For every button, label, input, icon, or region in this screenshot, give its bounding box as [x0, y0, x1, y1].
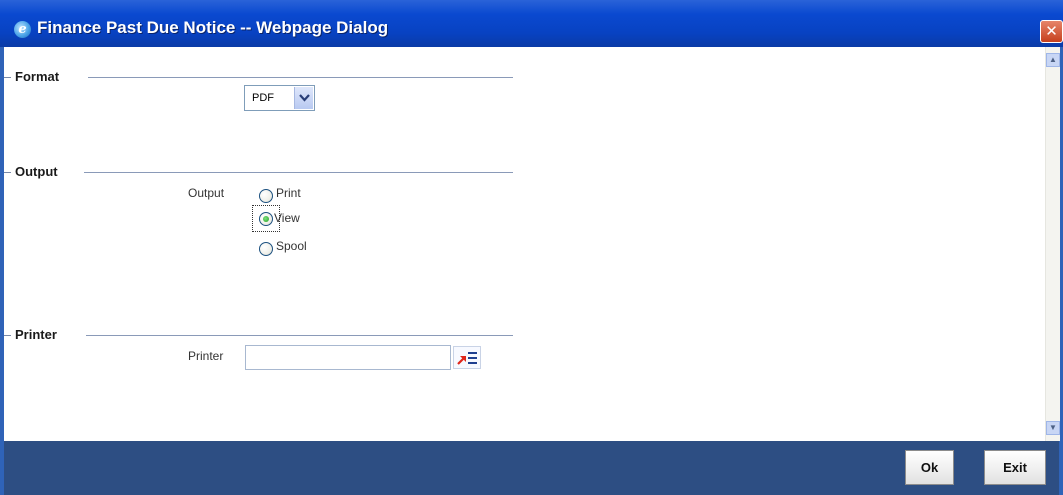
title-bar[interactable]: e Finance Past Due Notice -- Webpage Dia…: [0, 0, 1063, 47]
format-select-value: PDF: [252, 92, 274, 104]
list-of-values-icon: [457, 352, 477, 365]
output-legend: Output: [15, 164, 58, 179]
format-select[interactable]: PDF: [244, 85, 315, 111]
chevron-down-icon[interactable]: [294, 87, 313, 109]
ie-icon: e: [14, 21, 31, 38]
printer-section: Printer: [4, 327, 514, 343]
close-button[interactable]: ✕: [1040, 20, 1063, 43]
printer-input[interactable]: [245, 345, 451, 370]
output-section: Output: [4, 164, 514, 180]
dialog-content: Format PDF Output Output Print View Spoo…: [4, 47, 1060, 441]
window-title: Finance Past Due Notice -- Webpage Dialo…: [37, 18, 389, 37]
ok-button[interactable]: Ok: [905, 450, 954, 485]
legend-divider: [88, 77, 513, 78]
dialog-window: e Finance Past Due Notice -- Webpage Dia…: [0, 0, 1063, 495]
legend-dash: [4, 172, 11, 173]
radio-print-label[interactable]: Print: [276, 186, 301, 200]
dialog-footer: Ok Exit: [4, 441, 1059, 495]
radio-spool-label[interactable]: Spool: [276, 239, 307, 253]
scroll-down-button[interactable]: ▼: [1046, 421, 1060, 435]
scroll-up-button[interactable]: ▲: [1046, 53, 1060, 67]
exit-button[interactable]: Exit: [984, 450, 1046, 485]
legend-divider: [86, 335, 513, 336]
radio-view-label[interactable]: View: [274, 211, 300, 225]
printer-field-label: Printer: [188, 349, 224, 363]
vertical-scrollbar[interactable]: ▲ ▼: [1045, 47, 1060, 441]
legend-dash: [4, 335, 11, 336]
format-legend: Format: [15, 69, 60, 84]
legend-dash: [4, 77, 11, 78]
format-section: Format: [4, 69, 514, 85]
radio-print[interactable]: [259, 189, 273, 203]
list-of-values-button[interactable]: [453, 346, 481, 369]
radio-spool[interactable]: [259, 242, 273, 256]
output-field-label: Output: [188, 186, 225, 200]
radio-view[interactable]: [259, 212, 273, 226]
printer-legend: Printer: [15, 327, 57, 342]
legend-divider: [84, 172, 513, 173]
